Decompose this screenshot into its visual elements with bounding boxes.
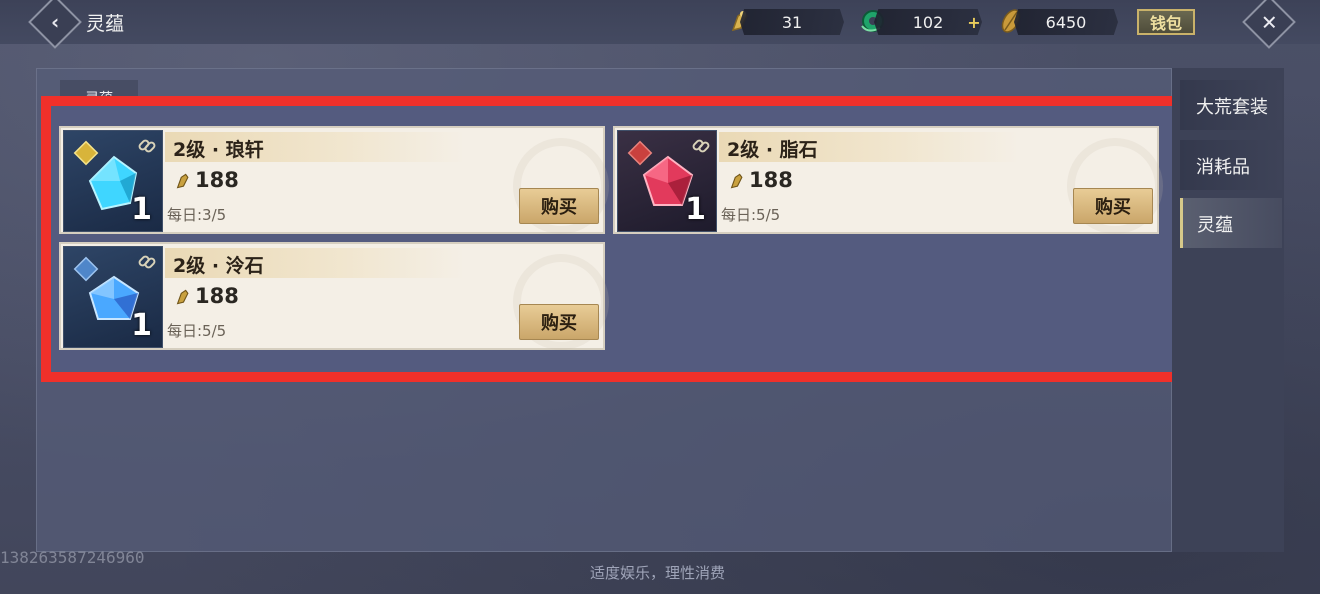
item-price: 188 [749,168,793,192]
bell-token-icon [176,289,189,305]
item-name: 2级 · 泠石 [173,255,264,277]
buy-button[interactable]: 购买 [519,304,599,340]
wallet-button[interactable]: 钱包 [1137,9,1195,35]
shop-item-card: 1 2级 · 脂石 188 每日:5/5 购买 [613,126,1163,234]
item-name: 2级 · 脂石 [727,139,818,161]
buy-button[interactable]: 购买 [519,188,599,224]
item-icon-frame[interactable]: 1 [617,130,717,232]
page-title: 灵蕴 [86,13,125,35]
bell-token-icon [176,173,189,189]
tab-lingyun[interactable]: 灵蕴 [1180,198,1282,248]
resource-gold-counter: 6450 [1014,9,1118,35]
item-name: 2级 · 琅轩 [173,139,264,161]
daily-limit: 每日:5/5 [721,206,781,224]
item-icon-frame[interactable]: 1 [63,130,163,232]
resource-jade-value: 102 [912,12,944,32]
shop-item-card: 1 2级 · 泠石 188 每日:5/5 购买 [59,242,609,350]
add-jade-button[interactable]: + [964,12,984,32]
bell-token-icon [730,173,743,189]
item-price: 188 [195,168,239,192]
close-icon: ✕ [1260,9,1278,34]
buy-button[interactable]: 购买 [1073,188,1153,224]
user-id-watermark: 138263587246960 [0,548,145,567]
chevron-left-icon: ‹ [50,10,60,34]
top-bar [0,0,1320,44]
daily-limit: 每日:5/5 [167,322,227,340]
plus-icon: + [967,12,981,32]
tab-dahuang-set[interactable]: 大荒套装 [1180,80,1282,130]
resource-bell-value: 31 [781,12,803,32]
shop-item-card: 1 2级 · 琅轩 188 每日:3/5 购买 [59,126,609,234]
tab-consumables[interactable]: 消耗品 [1180,140,1282,190]
resource-gold-value: 6450 [1045,12,1087,32]
item-price: 188 [195,284,239,308]
item-quantity: 1 [131,308,152,343]
item-quantity: 1 [685,192,706,227]
item-quantity: 1 [131,192,152,227]
resource-bell-counter: 31 [740,9,844,35]
health-notice: 适度娱乐，理性消费 [590,564,726,582]
item-icon-frame[interactable]: 1 [63,246,163,348]
daily-limit: 每日:3/5 [167,206,227,224]
